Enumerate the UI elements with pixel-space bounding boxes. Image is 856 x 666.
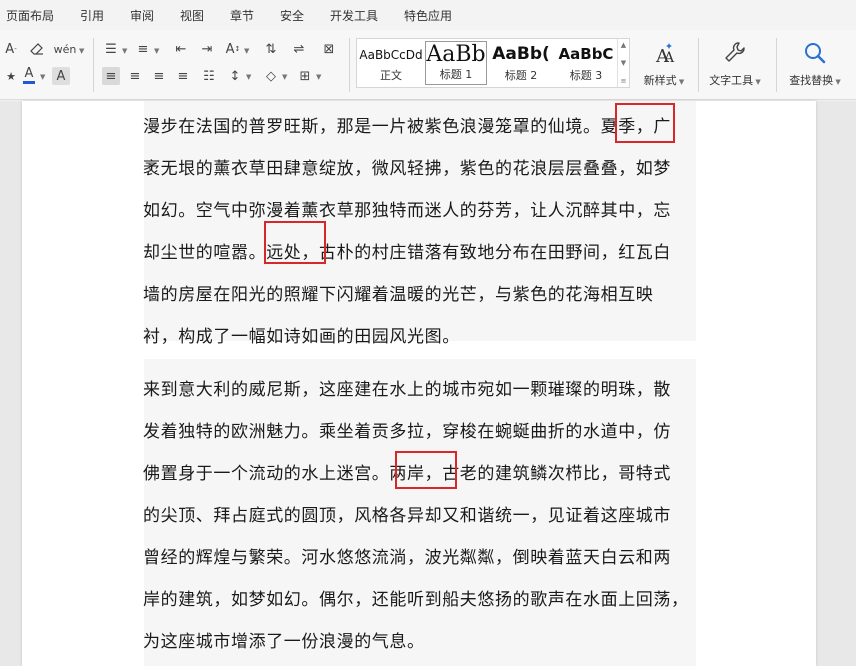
clear-format-icon[interactable] (28, 40, 46, 58)
find-replace-label: 查找替换 ▼ (789, 74, 841, 87)
chevron-down-icon[interactable]: ▼ (282, 73, 287, 81)
style-sample: AaBbC (558, 45, 614, 63)
distributed-align-icon[interactable]: ☷ (200, 67, 218, 85)
style-heading-1[interactable]: AaBb 标题 1 (425, 41, 487, 85)
style-label: 正文 (380, 69, 402, 82)
text-line: 来到意大利的威尼斯，这座建在水上的城市宛如一颗璀璨的明珠，散 (143, 380, 671, 400)
chevron-down-icon[interactable]: ▼ (40, 73, 45, 81)
text-tools-button[interactable]: 文字工具 ▼ (704, 40, 766, 88)
text-line: 为这座城市增添了一份浪漫的气息。 (143, 632, 425, 652)
text-line: 如幻。空气中弥漫着薰衣草那独特而迷人的芬芳，让人沉醉其中，忘 (143, 201, 671, 221)
line-spacing-icon[interactable]: ↕ (226, 67, 244, 85)
numbered-list-icon[interactable]: ≡ (134, 40, 152, 58)
divider (349, 38, 350, 92)
paragraph-1-background (144, 101, 696, 341)
text-line: 却尘世的喧嚣。远处，古朴的村庄错落有致地分布在田野间，红瓦白 (143, 243, 671, 263)
highlight-box-banks (395, 451, 457, 489)
menu-bar: 页面布局 引用 审阅 视图 章节 安全 开发工具 特色应用 (0, 0, 856, 30)
highlight-box-summer (615, 103, 675, 143)
style-label: 标题 2 (504, 69, 538, 82)
char-shading-icon[interactable]: A (52, 67, 70, 85)
gallery-scroll[interactable]: ▲ ▼ ≡ (617, 39, 629, 87)
style-sample: AaBbCcDd (359, 48, 423, 62)
chevron-down-icon[interactable]: ▼ (79, 47, 84, 55)
style-heading-3[interactable]: AaBbC 标题 3 (555, 41, 617, 85)
ribbon-toolbar: A- wén ▼ ☰ ▼ ≡ ▼ ⇤ ⇥ A ↕ ▼ ⇅ ⇌ ⊠ ★ A ▼ A … (0, 30, 856, 100)
menu-security[interactable]: 安全 (280, 7, 304, 24)
phonetic-guide-icon[interactable]: wén (54, 40, 77, 58)
bullet-list-icon[interactable]: ☰ (102, 40, 120, 58)
chevron-down-icon[interactable]: ▼ (316, 73, 321, 81)
sort-icon[interactable]: ⇅ (262, 40, 280, 58)
divider (93, 38, 94, 92)
font-color-icon[interactable]: A (20, 67, 38, 85)
style-sample: AaBb( (492, 44, 550, 64)
chevron-up-icon[interactable]: ▲ (621, 41, 626, 49)
menu-references[interactable]: 引用 (80, 7, 104, 24)
align-left-icon[interactable]: ≡ (102, 67, 120, 85)
chevron-down-icon[interactable]: ▼ (246, 73, 251, 81)
line-break-icon[interactable]: ⇌ (290, 40, 308, 58)
text-line: 墙的房屋在阳光的照耀下闪耀着温暖的光芒，与紫色的花海相互映 (143, 285, 654, 305)
chevron-down-icon[interactable]: ▼ (621, 59, 626, 67)
style-gallery: AaBbCcDd 正文 AaBb 标题 1 AaBb( 标题 2 AaBbC 标… (356, 38, 630, 88)
style-label: 标题 1 (439, 68, 473, 81)
chevron-down-icon[interactable]: ▼ (122, 47, 127, 55)
align-right-icon[interactable]: ≡ (150, 67, 168, 85)
text-line: 曾经的辉煌与繁荣。河水悠悠流淌，波光粼粼，倒映着蓝天白云和两 (143, 548, 671, 568)
divider (776, 38, 777, 92)
new-style-label: 新样式 ▼ (643, 74, 685, 87)
wrench-icon (725, 42, 745, 62)
chevron-down-icon[interactable]: ▼ (154, 47, 159, 55)
justify-icon[interactable]: ≡ (174, 67, 192, 85)
style-normal[interactable]: AaBbCcDd 正文 (359, 41, 423, 85)
borders-icon[interactable]: ⊞ (296, 67, 314, 85)
new-style-button[interactable]: A A 新样式 ▼ (638, 40, 690, 88)
expand-gallery-icon[interactable]: ≡ (621, 77, 627, 85)
new-style-icon: A A (655, 43, 675, 66)
search-icon (805, 43, 826, 64)
style-label: 标题 3 (569, 69, 603, 82)
menu-special-apps[interactable]: 特色应用 (404, 7, 452, 24)
find-replace-button[interactable]: 查找替换 ▼ (782, 40, 848, 88)
text-line: 的尖顶、拜占庭式的圆顶，风格各异却又和谐统一，见证着这座城市 (143, 506, 671, 526)
menu-review[interactable]: 审阅 (130, 7, 154, 24)
shrink-font-icon[interactable]: A- (2, 40, 20, 58)
menu-developer-tools[interactable]: 开发工具 (330, 7, 378, 24)
svg-text:A: A (663, 50, 675, 66)
document-area: 漫步在法国的普罗旺斯，那是一片被紫色浪漫笼罩的仙境。夏季，广 袤无垠的薰衣草田肆… (0, 101, 856, 666)
highlight-box-distance (264, 221, 326, 264)
document-page[interactable]: 漫步在法国的普罗旺斯，那是一片被紫色浪漫笼罩的仙境。夏季，广 袤无垠的薰衣草田肆… (22, 101, 816, 666)
decrease-indent-icon[interactable]: ⇤ (172, 40, 190, 58)
chevron-down-icon[interactable]: ▼ (244, 47, 249, 55)
divider (698, 38, 699, 92)
menu-chapter[interactable]: 章节 (230, 7, 254, 24)
text-line: 岸的建筑，如梦如幻。偶尔，还能听到船夫悠扬的歌声在水面上回荡， (143, 590, 689, 610)
show-marks-icon[interactable]: ⊠ (320, 40, 338, 58)
text-line: 衬，构成了一幅如诗如画的田园风光图。 (143, 327, 460, 347)
text-direction-icon[interactable]: A ↕ (224, 40, 242, 58)
text-tools-label: 文字工具 ▼ (709, 74, 761, 87)
text-line: 袤无垠的薰衣草田肆意绽放，微风轻拂，紫色的花浪层层叠叠，如梦 (143, 159, 671, 179)
align-center-icon[interactable]: ≡ (126, 67, 144, 85)
style-heading-2[interactable]: AaBb( 标题 2 (489, 41, 553, 85)
text-line: 漫步在法国的普罗旺斯，那是一片被紫色浪漫笼罩的仙境。夏季，广 (143, 117, 671, 137)
menu-page-layout[interactable]: 页面布局 (6, 7, 54, 24)
shading-fill-icon[interactable]: ◇ (262, 67, 280, 85)
menu-view[interactable]: 视图 (180, 7, 204, 24)
increase-indent-icon[interactable]: ⇥ (198, 40, 216, 58)
text-effect-icon[interactable]: ★ (2, 67, 20, 85)
style-sample: AaBb (426, 42, 486, 67)
text-line: 发着独特的欧洲魅力。乘坐着贡多拉，穿梭在蜿蜒曲折的水道中，仿 (143, 422, 671, 442)
